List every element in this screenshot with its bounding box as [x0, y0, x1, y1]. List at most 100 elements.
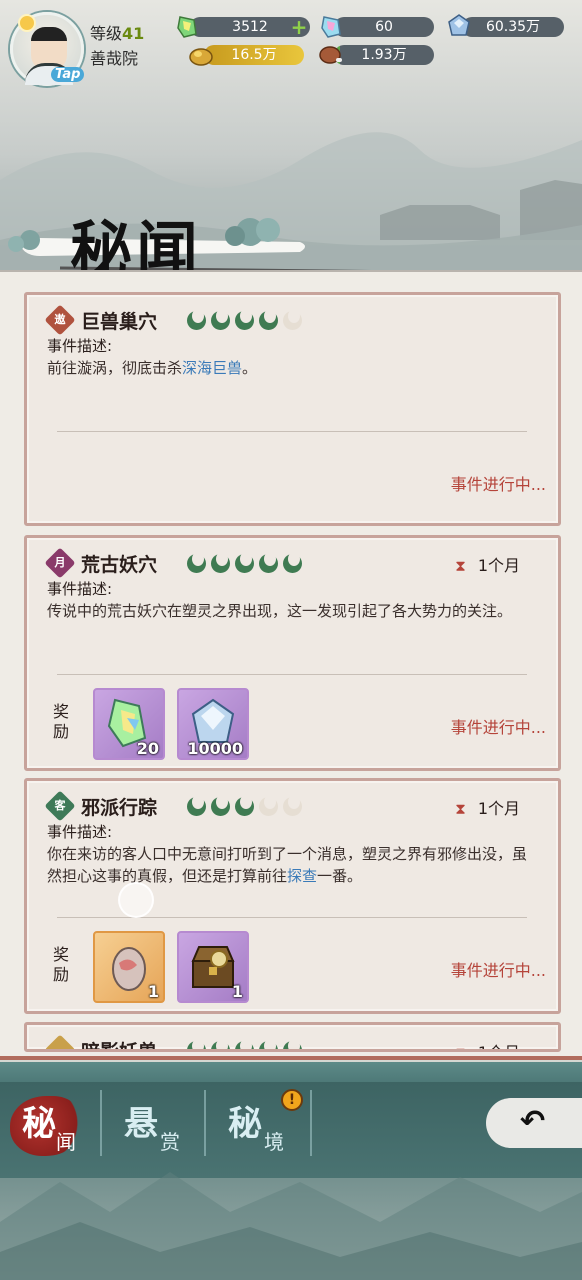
reward-quantity: 1 — [147, 982, 159, 1001]
blue-gem-value: 60.35万 — [485, 19, 541, 35]
reward-item[interactable]: 1 — [177, 931, 249, 1003]
sect-name: 善哉院 — [90, 49, 139, 68]
tab-label-main: 秘 — [228, 1104, 262, 1144]
event-card-2[interactable]: 月 荒古妖穴 ⧗ 1个月 事件描述: 传说中的荒古妖穴在塑灵之界出现，这一发现引起… — [24, 535, 561, 771]
meat-counter: 1.93万 — [334, 45, 434, 65]
magatama-empty-icon — [283, 309, 302, 330]
event-badge: 客 — [44, 790, 76, 822]
reward-item[interactable]: 1 — [93, 931, 165, 1003]
divider — [57, 917, 527, 918]
blue-gem-icon — [448, 14, 470, 36]
description-label: 事件描述: — [47, 580, 113, 598]
tab-label-main: 悬 — [124, 1104, 158, 1144]
event-description: 传说中的荒古妖穴在塑灵之界出现，这一发现引起了各大势力的关注。 — [47, 602, 513, 620]
event-card-3[interactable]: 客 邪派行踪 ⧗ 1个月 事件描述: 你在来访的客人口中无意间打听到了一个消息，塑… — [24, 778, 561, 1014]
difficulty-rating — [187, 309, 302, 330]
tab-divider — [310, 1090, 312, 1156]
magatama-icon — [211, 309, 230, 330]
magatama-icon — [235, 1039, 254, 1049]
tab-xuan-shang[interactable]: 悬 赏 — [102, 1082, 202, 1162]
event-description: 前往漩涡，彻底击杀深海巨兽。 — [47, 359, 258, 377]
event-card-4[interactable]: 暗影妖兽 ⧗1个月 — [24, 1022, 561, 1052]
magatama-icon — [283, 1039, 302, 1049]
reward-item[interactable]: 10000 — [177, 688, 249, 760]
event-badge: 月 — [44, 547, 76, 579]
divider — [57, 431, 527, 432]
hourglass-icon: ⧗ — [455, 1044, 466, 1049]
tab-label-sub: 闻 — [56, 1130, 76, 1154]
difficulty-rating — [187, 1039, 302, 1049]
description-label: 事件描述: — [47, 337, 113, 355]
add-spirit-crystal-button[interactable]: + — [290, 17, 308, 37]
magatama-icon — [235, 795, 254, 816]
reward-quantity: 1 — [231, 982, 243, 1001]
gold-ore-icon — [189, 48, 213, 66]
event-description: 你在来访的客人口中无意间打听到了一个消息，塑灵之界有邪修出没，虽然担心这事的真假… — [47, 845, 528, 885]
event-timer: ⧗1个月 — [455, 799, 520, 818]
magatama-icon — [211, 552, 230, 573]
rainbow-crystal-counter: 60 — [334, 17, 434, 37]
event-title: 邪派行踪 — [81, 797, 158, 819]
reward-label: 奖励 — [53, 945, 70, 984]
reward-quantity: 20 — [136, 739, 159, 758]
event-title: 荒古妖穴 — [81, 554, 158, 576]
event-title: 暗影妖兽 — [81, 1041, 158, 1052]
description-label: 事件描述: — [47, 823, 113, 841]
back-button[interactable]: ↶ — [486, 1098, 582, 1148]
gold-counter: 16.5万 — [204, 45, 304, 65]
reward-label: 奖励 — [53, 702, 70, 741]
event-status[interactable]: 事件进行中... — [451, 957, 546, 981]
gold-value: 16.5万 — [231, 47, 277, 63]
magatama-empty-icon — [259, 795, 278, 816]
event-badge — [44, 1034, 76, 1049]
magatama-icon — [211, 795, 230, 816]
event-status[interactable]: 事件进行中... — [451, 471, 546, 495]
event-timer: ⧗1个月 — [455, 556, 520, 575]
magatama-icon — [187, 552, 206, 573]
tab-label-sub: 境 — [264, 1130, 284, 1154]
sun-icon — [18, 14, 36, 32]
magatama-icon — [187, 1039, 206, 1049]
divider — [57, 674, 527, 675]
magatama-icon — [235, 552, 254, 573]
magatama-icon — [259, 552, 278, 573]
hourglass-icon: ⧗ — [455, 557, 466, 575]
event-badge: 遨 — [44, 304, 76, 336]
spirit-crystal-icon — [177, 16, 197, 38]
touch-indicator — [118, 882, 154, 918]
event-timer: ⧗1个月 — [455, 1039, 520, 1049]
notice-icon: ! — [281, 1089, 303, 1111]
back-arrow-icon: ↶ — [520, 1104, 546, 1139]
level-value: 41 — [122, 24, 145, 43]
blue-gem-counter: 60.35万 — [462, 17, 564, 37]
event-status[interactable]: 事件进行中... — [451, 714, 546, 738]
difficulty-rating — [187, 552, 302, 573]
meat-value: 1.93万 — [361, 47, 407, 63]
level-label: 等级 — [90, 24, 123, 43]
level-display: 等级41 — [90, 20, 144, 44]
top-hud: Tap 等级41 善哉院 3512 + 60 60.35万 16.5万 1.93… — [0, 0, 582, 90]
magatama-icon — [211, 1039, 230, 1049]
difficulty-rating — [187, 795, 302, 816]
tab-mi-wen[interactable]: 秘 闻 — [0, 1082, 100, 1162]
reward-item[interactable]: 20 — [93, 688, 165, 760]
magatama-icon — [187, 309, 206, 330]
magatama-icon — [259, 309, 278, 330]
spirit-crystal-value: 3512 — [232, 19, 268, 35]
event-card-1[interactable]: 遨 巨兽巢穴 事件描述: 前往漩涡，彻底击杀深海巨兽。 事件进行中... — [24, 292, 561, 526]
magatama-icon — [235, 309, 254, 330]
avatar-tap-tag: Tap — [51, 67, 85, 82]
highlight-link[interactable]: 探查 — [287, 867, 317, 885]
magatama-icon — [283, 552, 302, 573]
rainbow-crystal-icon — [321, 16, 341, 38]
magatama-icon — [187, 795, 206, 816]
meat-icon — [319, 46, 342, 64]
rainbow-crystal-value: 60 — [375, 19, 393, 35]
event-title: 巨兽巢穴 — [81, 311, 158, 333]
reward-quantity: 10000 — [187, 739, 243, 758]
magatama-icon — [259, 1039, 278, 1049]
hourglass-icon: ⧗ — [455, 800, 466, 818]
highlight-link[interactable]: 深海巨兽 — [182, 359, 242, 377]
tab-label-sub: 赏 — [160, 1130, 180, 1154]
magatama-empty-icon — [283, 795, 302, 816]
